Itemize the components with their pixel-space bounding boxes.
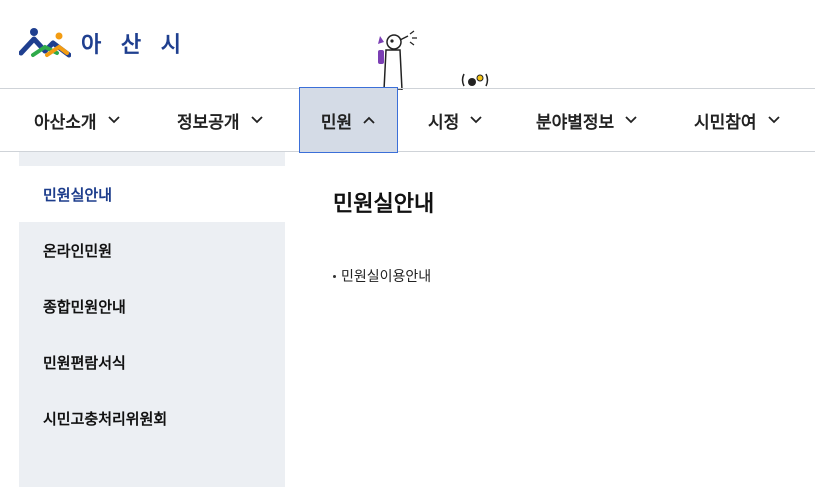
gnb-item-label: 정보공개 [177,112,240,133]
logo-link[interactable]: 아 산 시 [19,27,187,59]
main-nav: 아산소개 정보공개 민원 시정 분야별정보 시민참여 [0,87,815,153]
link-list: 민원실이용안내 [333,266,633,286]
gnb-item-label: 민원 [320,112,353,133]
gnb-item-fields[interactable]: 분야별정보 [536,89,638,151]
gnb-item-admin[interactable]: 시정 [428,89,483,151]
sub-menu-item-civil-office[interactable]: 민원실안내 [19,166,285,222]
chevron-down-icon [625,116,637,124]
logo-text: 아 산 시 [81,33,188,58]
sub-menu-item-online-civil[interactable]: 온라인민원 [19,222,285,278]
gnb-item-info[interactable]: 정보공개 [177,89,264,151]
page-title: 민원실안내 [333,192,435,217]
chevron-up-icon [363,116,375,124]
mascot-icon [378,30,417,90]
gnb-item-participation[interactable]: 시민참여 [694,89,781,151]
chevron-down-icon [107,116,120,124]
gnb-item-label: 시정 [428,112,460,133]
logo-icon [19,28,71,58]
link-civil-office-usage[interactable]: 민원실이용안내 [333,266,633,286]
bullet-icon [333,274,336,278]
gnb-item-about[interactable]: 아산소개 [34,89,121,151]
sub-menu-item-forms[interactable]: 민원편람서식 [19,334,285,390]
main-content: 민원실안내 민원실이용안내 [333,186,435,285]
chevron-down-icon [767,116,780,124]
chevron-down-icon [470,116,482,124]
gnb-item-label: 아산소개 [34,112,97,133]
mascot-small-icon [461,73,489,87]
sub-menu-item-general-guide[interactable]: 종합민원안내 [19,278,285,334]
site-header: 아 산 시 [0,0,815,90]
link-label: 민원실이용안내 [341,269,432,285]
gnb-item-label: 분야별정보 [536,112,615,133]
gnb-item-label: 시민참여 [694,112,757,133]
gnb-item-civil[interactable]: 민원 [299,87,398,153]
chevron-down-icon [250,116,263,124]
sub-menu-item-grievance[interactable]: 시민고충처리위원회 [19,390,285,446]
sub-menu: 민원실안내 온라인민원 종합민원안내 민원편람서식 시민고충처리위원회 [19,152,285,487]
